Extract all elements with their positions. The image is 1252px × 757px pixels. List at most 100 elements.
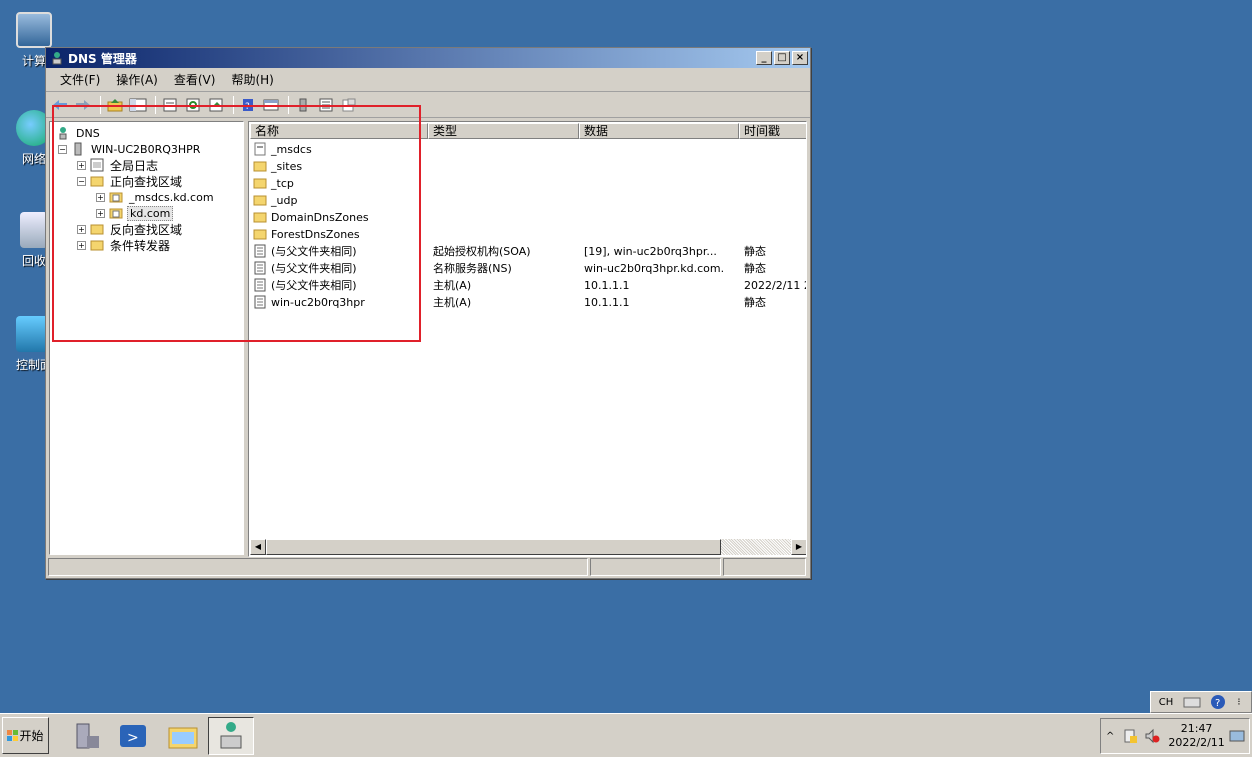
taskbar-server-manager[interactable] — [62, 717, 108, 755]
toolbar: ? — [46, 92, 810, 118]
column-header-timestamp[interactable]: 时间戳 — [739, 123, 806, 139]
record-name: (与父文件夹相同) — [271, 279, 357, 292]
show-hidden-icons-chevron-icon[interactable]: ^ — [1106, 731, 1114, 742]
show-hide-tree-button[interactable] — [128, 96, 148, 114]
language-indicator[interactable]: CH — [1154, 693, 1178, 711]
keyboard-icon[interactable] — [1180, 693, 1204, 711]
refresh-button[interactable] — [183, 96, 203, 114]
list-row[interactable]: (与父文件夹相同) 起始授权机构(SOA) [19], win-uc2b0rq3hp… — [253, 243, 806, 259]
dns-record-icon — [254, 295, 266, 309]
record-data: 10.1.1.1 — [584, 278, 630, 292]
list-row[interactable]: (与父文件夹相同) 名称服务器(NS) win-uc2b0rq3hpr.kd.com… — [253, 260, 806, 276]
list-row[interactable]: ForestDnsZones — [253, 226, 806, 242]
help-button[interactable]: ? — [238, 96, 258, 114]
forward-button[interactable] — [73, 96, 93, 114]
help-icon[interactable]: ? — [1206, 693, 1230, 711]
list-row[interactable]: _msdcs — [253, 141, 806, 157]
action-center-flag-icon[interactable] — [1122, 728, 1138, 744]
expand-toggle[interactable]: + — [96, 192, 105, 202]
maximize-button[interactable]: □ — [774, 51, 790, 65]
list-row[interactable]: _udp — [253, 192, 806, 208]
folder-icon — [253, 161, 267, 172]
expand-toggle[interactable]: + — [96, 208, 105, 218]
list-row[interactable]: _tcp — [253, 175, 806, 191]
expand-toggle[interactable]: + — [77, 240, 86, 250]
dns-root-icon — [59, 127, 67, 140]
dns-record-icon — [254, 244, 266, 258]
column-header-name[interactable]: 名称 — [250, 123, 428, 139]
system-tray: ^ 21:47 2022/2/11 — [1100, 718, 1250, 754]
toolbar-separator — [233, 95, 234, 114]
collapse-toggle[interactable]: − — [77, 176, 86, 186]
window-titlebar[interactable]: DNS 管理器 _ □ × — [46, 48, 810, 68]
server-manager-icon — [76, 723, 99, 749]
taskbar-dns-manager[interactable] — [208, 717, 254, 755]
tree-node-global-logs[interactable]: + 全局日志 — [77, 157, 160, 173]
close-button[interactable]: × — [792, 51, 808, 65]
console-view-button[interactable] — [261, 96, 281, 114]
menu-file[interactable]: 文件(F) — [52, 69, 108, 90]
export-list-icon — [209, 98, 223, 111]
new-record-button[interactable] — [339, 96, 359, 114]
record-name: (与父文件夹相同) — [271, 262, 357, 275]
svg-text:>: > — [127, 730, 139, 746]
scroll-track[interactable] — [721, 539, 791, 555]
record-type: 起始授权机构(SOA) — [433, 245, 531, 258]
record-name: _tcp — [271, 176, 294, 190]
tree-node-forward-zones[interactable]: − 正向查找区域 — [77, 173, 184, 189]
menu-action[interactable]: 操作(A) — [108, 69, 166, 90]
scroll-thumb[interactable] — [266, 539, 721, 555]
tree-node-server[interactable]: − WIN-UC2B0RQ3HPR — [58, 141, 202, 157]
list-view-button[interactable] — [316, 96, 336, 114]
column-header-type[interactable]: 类型 — [428, 123, 579, 139]
start-button[interactable]: 开始 — [2, 717, 49, 754]
event-log-icon — [90, 158, 104, 172]
console-tree[interactable]: DNS − WIN-UC2B0RQ3HPR + 全局日志 − 正向查找区域 + … — [49, 121, 244, 555]
export-list-button[interactable] — [206, 96, 226, 114]
status-cell — [48, 558, 588, 576]
results-list[interactable]: 名称 类型 数据 时间戳 _msdcs _sites _tcp _udp DomainD… — [248, 121, 807, 557]
column-header-data[interactable]: 数据 — [579, 123, 739, 139]
up-level-button[interactable] — [105, 96, 125, 114]
language-bar-options-icon[interactable]: ⁝ — [1232, 693, 1246, 711]
toolbar-separator — [288, 95, 289, 114]
server-button[interactable] — [293, 96, 313, 114]
menu-help[interactable]: 帮助(H) — [223, 69, 281, 90]
speaker-muted-icon[interactable] — [1144, 728, 1160, 744]
tree-node-dns[interactable]: DNS — [56, 125, 102, 141]
tree-node-msdcs-zone[interactable]: + _msdcs.kd.com — [96, 189, 216, 205]
list-row[interactable]: DomainDnsZones — [253, 209, 806, 225]
expand-toggle[interactable]: + — [77, 160, 86, 170]
horizontal-scrollbar[interactable]: ◀ ▶ — [250, 539, 806, 555]
tree-node-reverse-zones[interactable]: + 反向查找区域 — [77, 221, 184, 237]
minimize-button[interactable]: _ — [756, 51, 772, 65]
scroll-right-button[interactable]: ▶ — [791, 539, 806, 555]
tree-node-kd-zone[interactable]: + kd.com — [96, 205, 174, 221]
dns-manager-window: DNS 管理器 _ □ × 文件(F) 操作(A) 查看(V) 帮助(H) ? — [45, 47, 811, 579]
svg-text:?: ? — [245, 102, 250, 112]
list-row[interactable]: win-uc2b0rq3hpr 主机(A) 10.1.1.1 静态 — [253, 294, 806, 310]
show-desktop-icon[interactable] — [1229, 728, 1245, 744]
collapse-toggle[interactable]: − — [58, 144, 67, 154]
taskbar-powershell[interactable]: > — [110, 717, 156, 755]
folder-icon — [253, 178, 267, 189]
clock[interactable]: 21:47 2022/2/11 — [1168, 722, 1224, 750]
refresh-icon — [186, 98, 200, 111]
properties-button[interactable] — [160, 96, 180, 114]
record-timestamp: 静态 — [744, 262, 766, 275]
menu-view[interactable]: 查看(V) — [166, 69, 224, 90]
scroll-left-button[interactable]: ◀ — [250, 539, 266, 555]
list-row[interactable]: _sites — [253, 158, 806, 174]
back-button[interactable] — [50, 96, 70, 114]
list-row[interactable]: (与父文件夹相同) 主机(A) 10.1.1.1 2022/2/11 2 — [253, 277, 806, 293]
back-arrow-icon — [53, 99, 67, 110]
expand-toggle[interactable]: + — [77, 224, 86, 234]
taskbar-explorer[interactable] — [160, 717, 206, 755]
tree-node-conditional-forwarders[interactable]: + 条件转发器 — [77, 237, 172, 253]
record-data: [19], win-uc2b0rq3hpr... — [584, 244, 717, 258]
recycle-bin-icon — [20, 212, 48, 248]
menu-bar: 文件(F) 操作(A) 查看(V) 帮助(H) — [46, 68, 810, 92]
tree-label: DNS — [76, 126, 100, 140]
server-icon — [299, 98, 307, 111]
start-label: 开始 — [19, 729, 44, 743]
